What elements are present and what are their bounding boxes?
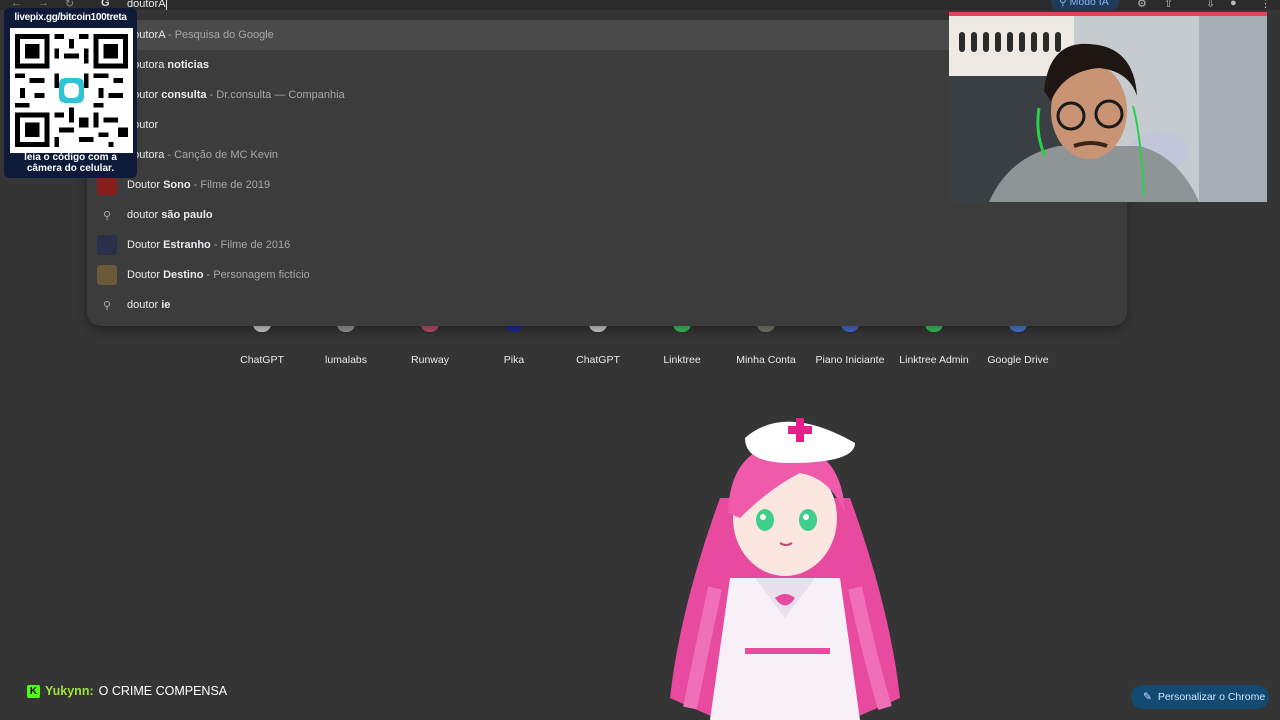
qr-caption: leia o código com a câmera do celular. bbox=[4, 152, 137, 174]
suggestion-text: doutorA - Pesquisa do Google bbox=[127, 29, 274, 41]
text-caret bbox=[165, 0, 167, 10]
shortcut-label: ChatGPT bbox=[576, 354, 620, 366]
extensions-icon[interactable]: ⚙ bbox=[1137, 0, 1147, 10]
shortcut-label: Runway bbox=[411, 354, 449, 366]
qr-caption-line1: leia o código com a bbox=[24, 152, 117, 163]
chat-username: Yukynn bbox=[45, 684, 90, 698]
suggestion-completion: Destino bbox=[163, 269, 204, 281]
suggestion-description: - Canção de MC Kevin bbox=[164, 149, 279, 161]
suggestion-text: Doutor Destino - Personagem fictício bbox=[127, 269, 310, 281]
modo-ia-label: Modo IA bbox=[1069, 0, 1109, 8]
suggestion-completion: Sono bbox=[163, 179, 191, 191]
qr-url: livepix.gg/bitcoin100treta bbox=[14, 12, 127, 23]
suggestion-text: Doutor Estranho - Filme de 2016 bbox=[127, 239, 290, 251]
suggestion-description: - Personagem fictício bbox=[203, 269, 310, 281]
share-icon[interactable]: ⇧ bbox=[1164, 0, 1173, 10]
suggestion-text: Doutor Sono - Filme de 2019 bbox=[127, 179, 270, 191]
shortcut-label: Minha Conta bbox=[736, 354, 796, 366]
pencil-icon: ✎ bbox=[1143, 691, 1152, 703]
suggestion-prefix: Doutor bbox=[127, 269, 164, 281]
suggestion-completion: são paulo bbox=[161, 209, 213, 221]
chat-separator: : bbox=[89, 684, 94, 698]
suggestion-text: doutor consulta - Dr.consulta — Companhi… bbox=[127, 89, 345, 101]
suggestion-description: - Filme de 2019 bbox=[190, 179, 271, 191]
suggestion-description: - Dr.consulta — Companhia bbox=[206, 89, 345, 101]
search-icon: ⚲ bbox=[1059, 0, 1070, 8]
modo-ia-button[interactable]: ⚲ Modo IA bbox=[1051, 0, 1119, 10]
qr-code bbox=[10, 28, 133, 153]
qr-overlay: livepix.gg/bitcoin100treta leia o código… bbox=[4, 8, 137, 178]
suggestion-completion: noticias bbox=[167, 59, 209, 71]
shortcut-label: ChatGPT bbox=[240, 354, 284, 366]
movie-thumbnail-icon bbox=[97, 235, 117, 255]
profile-icon[interactable]: ● bbox=[1230, 0, 1237, 9]
menu-icon[interactable]: ⋮ bbox=[1260, 0, 1271, 10]
search-icon: ⚲ bbox=[102, 299, 112, 312]
chat-message: K Yukynn : O CRIME COMPENSA bbox=[27, 684, 227, 698]
shortcut-label: Pika bbox=[503, 354, 525, 366]
suggestion-row[interactable]: Doutor Destino - Personagem fictício bbox=[87, 260, 1127, 290]
suggestion-text: doutora noticias bbox=[127, 59, 209, 71]
suggestion-row[interactable]: ⚲ doutor ie bbox=[87, 290, 1127, 320]
suggestion-row[interactable]: ⚲ doutor são paulo bbox=[87, 200, 1127, 230]
suggestion-description: - Pesquisa do Google bbox=[164, 29, 274, 41]
shortcut-label: Linktree Admin bbox=[899, 354, 969, 366]
suggestion-prefix: doutor bbox=[127, 209, 162, 221]
suggestion-completion: consulta bbox=[161, 89, 207, 101]
suggestion-description: - Filme de 2016 bbox=[210, 239, 291, 251]
screen: ← → ↻ G doutorA ⚲ Modo IA ⚙ ⇧ ⇩ ● ⋮ Chat… bbox=[0, 0, 1280, 720]
shortcut-label: Piano Iniciante bbox=[815, 354, 885, 366]
shortcut-label: Google Drive bbox=[987, 354, 1049, 366]
character-thumbnail-icon bbox=[97, 265, 117, 285]
suggestion-row[interactable]: Doutor Estranho - Filme de 2016 bbox=[87, 230, 1127, 260]
customize-chrome-label: Personalizar o Chrome bbox=[1157, 691, 1266, 703]
vtuber-avatar bbox=[660, 408, 910, 720]
suggestion-prefix: Doutor bbox=[127, 239, 164, 251]
suggestion-completion: ie bbox=[161, 299, 171, 311]
customize-chrome-button[interactable]: ✎ Personalizar o Chrome bbox=[1131, 685, 1269, 709]
suggestion-text: doutor ie bbox=[127, 299, 170, 311]
suggestion-prefix: doutor bbox=[127, 299, 162, 311]
downloads-icon[interactable]: ⇩ bbox=[1206, 0, 1215, 10]
suggestion-text: doutora - Canção de MC Kevin bbox=[127, 149, 278, 161]
kick-badge-icon: K bbox=[27, 684, 40, 698]
suggestion-completion: Estranho bbox=[163, 239, 211, 251]
webcam-feed bbox=[949, 12, 1267, 202]
search-icon: ⚲ bbox=[102, 209, 112, 222]
suggestion-text: doutor são paulo bbox=[127, 209, 213, 221]
chat-text: O CRIME COMPENSA bbox=[98, 684, 228, 698]
shortcut-label: lumalabs bbox=[324, 354, 368, 366]
suggestion-prefix: Doutor bbox=[127, 179, 164, 191]
movie-thumbnail-icon bbox=[97, 175, 117, 195]
shortcut-label: Linktree bbox=[663, 354, 701, 366]
qr-caption-line2: câmera do celular. bbox=[26, 163, 115, 174]
